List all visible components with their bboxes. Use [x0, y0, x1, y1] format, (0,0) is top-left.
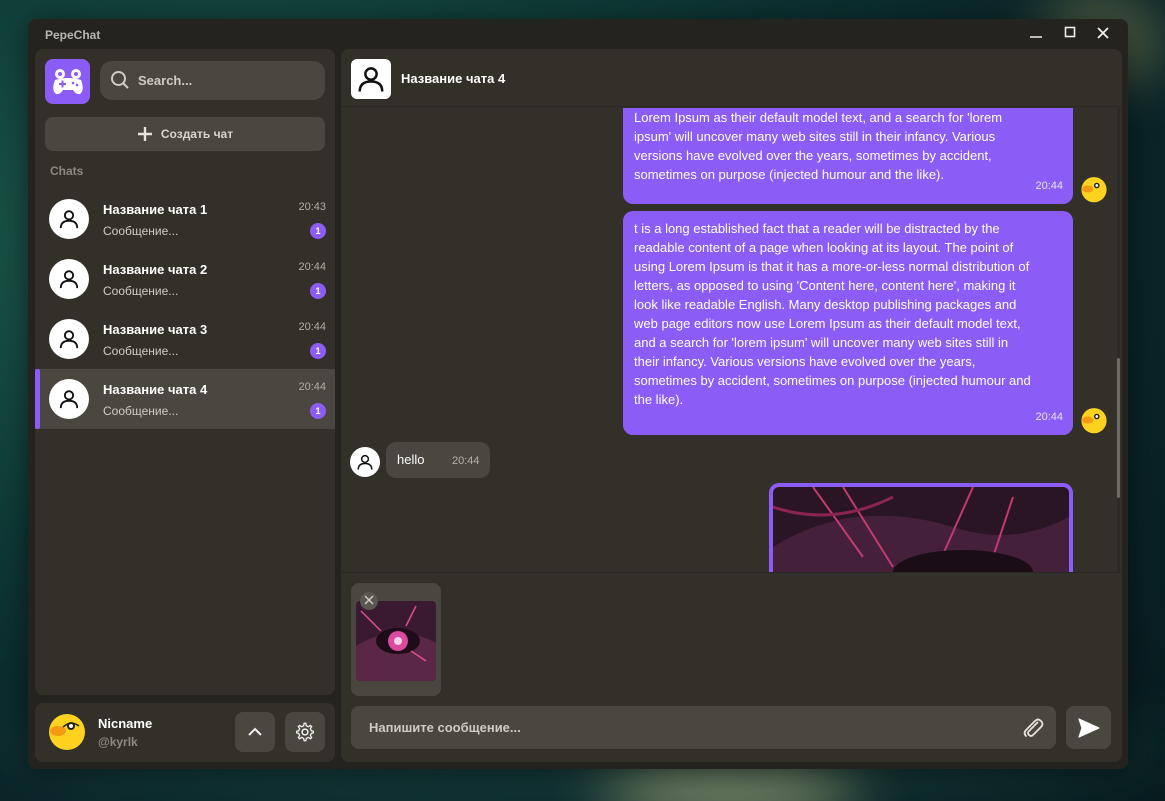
outgoing-message[interactable]: t is a long established fact that a read… — [623, 211, 1073, 435]
duck-avatar-icon — [1081, 177, 1107, 203]
chat-name: Название чата 4 — [103, 382, 208, 397]
remove-attachment-button[interactable] — [360, 592, 378, 610]
app-logo[interactable] — [45, 59, 90, 104]
message-input[interactable] — [369, 706, 1009, 749]
chat-name: Название чата 1 — [103, 202, 208, 217]
message-image — [773, 487, 1069, 572]
gear-icon — [296, 722, 314, 742]
close-window-button[interactable] — [1092, 25, 1114, 43]
message-time: 20:44 — [452, 455, 480, 467]
minimize-button[interactable] — [1025, 25, 1047, 43]
create-chat-button[interactable]: Создать чат — [45, 117, 325, 151]
unread-badge: 1 — [310, 343, 326, 359]
unread-badge: 1 — [310, 403, 326, 419]
close-icon — [1097, 27, 1109, 39]
search-box — [100, 61, 325, 100]
scrollbar[interactable] — [1117, 108, 1120, 572]
maximize-icon — [1064, 26, 1076, 38]
message-list[interactable]: Lorem Ipsum as their default model text,… — [341, 108, 1122, 572]
minimize-icon — [1030, 36, 1042, 38]
user-name: Nicname — [98, 716, 153, 731]
chat-preview: Сообщение... — [103, 344, 179, 358]
sender-avatar[interactable] — [350, 447, 380, 477]
send-icon — [1077, 717, 1100, 738]
unread-badge: 1 — [310, 223, 326, 239]
message-time: 20:44 — [1035, 180, 1063, 192]
duck-avatar-icon — [1081, 408, 1107, 434]
maximize-button[interactable] — [1059, 25, 1081, 43]
user-icon — [59, 330, 79, 349]
user-icon — [59, 390, 79, 409]
chat-title: Название чата 4 — [401, 71, 506, 86]
search-input[interactable] — [138, 61, 318, 100]
chat-preview: Сообщение... — [103, 224, 179, 238]
eye-artwork-image — [773, 487, 1069, 572]
chat-time: 20:43 — [298, 201, 326, 213]
chat-avatar — [49, 319, 89, 359]
chats-section-label: Chats — [50, 164, 84, 178]
message-text: t is a long established fact that a read… — [634, 221, 1031, 407]
titlebar: PepeChat — [28, 19, 1128, 49]
gamepad-frog-icon — [52, 68, 83, 94]
search-icon — [111, 71, 129, 89]
chat-panel: Название чата 4 Lorem Ipsum as their def… — [341, 49, 1122, 762]
expand-user-button[interactable] — [235, 712, 275, 752]
chat-list-item[interactable]: Название чата 1 Сообщение... 20:43 1 — [35, 189, 335, 249]
chat-avatar — [49, 379, 89, 419]
outgoing-message[interactable]: Lorem Ipsum as their default model text,… — [623, 108, 1073, 204]
duck-avatar-icon[interactable] — [47, 711, 87, 751]
sidebar: Создать чат Chats Название чата 1 Сообще… — [35, 49, 335, 695]
user-icon — [357, 454, 373, 470]
chat-avatar — [49, 199, 89, 239]
user-panel: Nicname @kyrlk — [35, 703, 335, 762]
user-icon — [59, 210, 79, 229]
chevron-up-icon — [248, 727, 262, 736]
chat-name: Название чата 3 — [103, 322, 208, 337]
chat-avatar — [49, 259, 89, 299]
settings-button[interactable] — [285, 712, 325, 752]
user-handle: @kyrlk — [98, 735, 138, 749]
chat-time: 20:44 — [298, 261, 326, 273]
chat-list-item-active[interactable]: Название чата 4 Сообщение... 20:44 1 — [35, 369, 335, 429]
chat-list-item[interactable]: Название чата 3 Сообщение... 20:44 1 — [35, 309, 335, 369]
chat-time: 20:44 — [298, 321, 326, 333]
send-button[interactable] — [1066, 706, 1111, 749]
attachment-image — [356, 601, 436, 681]
user-icon — [358, 67, 384, 92]
attachment-preview-area — [341, 572, 1122, 698]
close-icon — [364, 595, 374, 605]
eye-artwork-image — [356, 601, 436, 681]
chat-preview: Сообщение... — [103, 284, 179, 298]
image-message[interactable] — [769, 483, 1073, 572]
message-text: Lorem Ipsum as their default model text,… — [634, 110, 1003, 182]
incoming-message[interactable]: hello 20:44 — [386, 442, 490, 478]
plus-icon — [137, 127, 152, 141]
chat-header-avatar[interactable] — [351, 59, 391, 99]
chat-list-item[interactable]: Название чата 2 Сообщение... 20:44 1 — [35, 249, 335, 309]
unread-badge: 1 — [310, 283, 326, 299]
user-icon — [59, 270, 79, 289]
scrollbar-thumb[interactable] — [1117, 358, 1120, 498]
app-title: PepeChat — [45, 28, 101, 42]
paperclip-icon[interactable] — [1021, 716, 1045, 740]
message-time: 20:44 — [1035, 411, 1063, 423]
chat-preview: Сообщение... — [103, 404, 179, 418]
chat-name: Название чата 2 — [103, 262, 208, 277]
message-composer — [351, 706, 1056, 749]
chat-header: Название чата 4 — [341, 49, 1122, 107]
app-window: PepeChat Search... Создать чат Chats Наз… — [28, 19, 1128, 769]
create-chat-label: Создать чат — [160, 127, 234, 141]
chat-time: 20:44 — [298, 381, 326, 393]
attachment-thumbnail[interactable] — [351, 583, 441, 696]
message-text: hello — [397, 452, 425, 467]
